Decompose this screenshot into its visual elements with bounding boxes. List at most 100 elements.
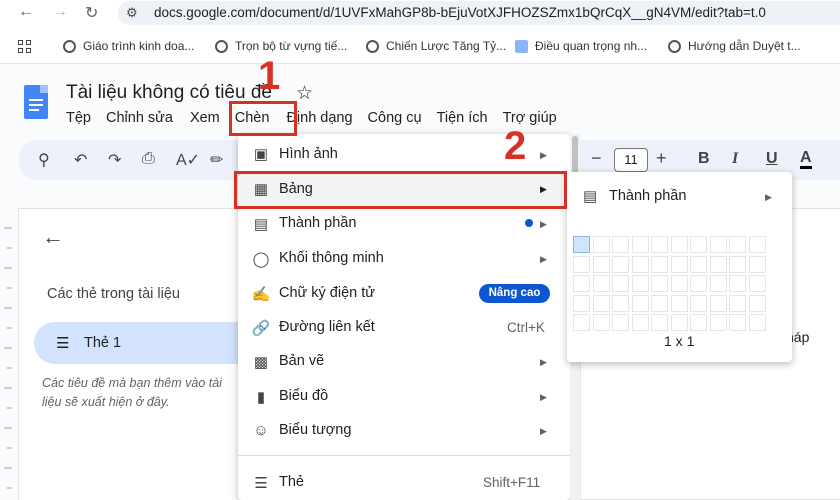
emoji-icon: ☺ bbox=[253, 422, 269, 439]
table-grid-cell[interactable] bbox=[573, 236, 590, 253]
bookmark-4[interactable]: Điều quan trọng nh... bbox=[515, 39, 647, 53]
table-grid-cell[interactable] bbox=[690, 275, 707, 292]
star-icon[interactable]: ☆ bbox=[296, 82, 313, 105]
table-grid-cell[interactable] bbox=[729, 255, 746, 273]
globe-icon bbox=[668, 39, 681, 53]
table-grid-cell[interactable] bbox=[748, 294, 766, 312]
font-size-field[interactable]: 11 bbox=[614, 148, 648, 172]
table-grid-cell[interactable] bbox=[729, 314, 746, 331]
menu-extensions[interactable]: Tiện ích bbox=[437, 110, 488, 130]
menu-divider bbox=[238, 455, 570, 456]
menu-item-building-blocks-label: Thành phần bbox=[279, 215, 357, 231]
menu-tools[interactable]: Công cụ bbox=[368, 110, 422, 130]
forward-icon[interactable]: → bbox=[52, 3, 68, 21]
docs-logo-icon[interactable] bbox=[24, 85, 48, 119]
apps-grid-icon[interactable] bbox=[18, 40, 32, 54]
table-grid-cell[interactable] bbox=[690, 294, 707, 312]
table-grid-cell[interactable] bbox=[670, 314, 688, 331]
esignature-icon: ✍ bbox=[251, 286, 271, 303]
table-grid-cell[interactable] bbox=[612, 314, 629, 331]
table-grid-cell[interactable] bbox=[631, 314, 649, 331]
table-grid-cell[interactable] bbox=[690, 314, 707, 331]
menu-item-esignature-label: Chữ ký điện tử bbox=[279, 285, 375, 301]
table-grid-cell[interactable] bbox=[631, 255, 649, 273]
submenu-building-blocks-label[interactable]: Thành phần bbox=[609, 188, 686, 204]
table-grid-cell[interactable] bbox=[748, 255, 766, 273]
table-grid-cell[interactable] bbox=[573, 275, 590, 292]
spellcheck-icon[interactable]: A✓ bbox=[176, 150, 200, 170]
tabs-panel-hint: Các tiêu đề mà bạn thêm vào tài liệu sẽ … bbox=[42, 376, 222, 409]
menu-file[interactable]: Tệp bbox=[66, 110, 91, 130]
table-grid-cell[interactable] bbox=[631, 236, 649, 253]
table-grid-cell[interactable] bbox=[651, 314, 668, 331]
bookmark-3[interactable]: Chiến Lược Tăng Tỷ... bbox=[366, 39, 506, 53]
site-settings-icon[interactable]: ⚙ bbox=[126, 5, 138, 21]
submenu-arrow-icon: ▶ bbox=[540, 150, 547, 160]
table-grid-cell[interactable] bbox=[651, 255, 668, 273]
url-field[interactable]: ⚙ docs.google.com/document/d/1UVFxMahGP8… bbox=[118, 1, 840, 25]
undo-icon[interactable]: ↶ bbox=[74, 150, 87, 170]
redo-icon[interactable]: ↷ bbox=[108, 150, 121, 170]
table-grid-cell[interactable] bbox=[709, 314, 727, 331]
bookmark-1[interactable]: Giáo trình kinh doa... bbox=[63, 39, 194, 53]
table-grid-cell[interactable] bbox=[709, 294, 727, 312]
table-grid-cell[interactable] bbox=[651, 294, 668, 312]
address-bar-row: ← → ↻ ⚙ docs.google.com/document/d/1UVFx… bbox=[0, 0, 840, 28]
menu-edit[interactable]: Chỉnh sửa bbox=[106, 110, 173, 130]
table-grid-cell[interactable] bbox=[670, 236, 688, 253]
table-grid-cell[interactable] bbox=[670, 275, 688, 292]
table-grid-cell[interactable] bbox=[690, 255, 707, 273]
text-color-button[interactable]: A bbox=[800, 150, 812, 169]
table-grid-cell[interactable] bbox=[709, 255, 727, 273]
link-icon: 🔗 bbox=[251, 320, 271, 337]
building-blocks-icon: ▤ bbox=[253, 216, 269, 233]
table-grid-cell[interactable] bbox=[573, 314, 590, 331]
table-grid-cell[interactable] bbox=[729, 275, 746, 292]
table-grid-cell[interactable] bbox=[690, 236, 707, 253]
table-grid-cell[interactable] bbox=[729, 294, 746, 312]
table-grid-cell[interactable] bbox=[670, 294, 688, 312]
step2-highlight-box bbox=[234, 171, 567, 209]
table-grid-cell[interactable] bbox=[651, 275, 668, 292]
table-grid-cell[interactable] bbox=[612, 294, 629, 312]
table-grid-cell[interactable] bbox=[592, 275, 610, 292]
italic-button[interactable]: I bbox=[732, 150, 738, 168]
tabs-panel-title: Các thẻ trong tài liệu bbox=[47, 286, 180, 302]
back-arrow-icon[interactable]: ← bbox=[42, 224, 64, 250]
back-icon[interactable]: ← bbox=[18, 3, 34, 21]
tab-item-1-label: Thẻ 1 bbox=[84, 335, 122, 351]
bold-button[interactable]: B bbox=[698, 150, 710, 168]
table-grid-cell[interactable] bbox=[748, 236, 766, 253]
table-grid-cell[interactable] bbox=[612, 236, 629, 253]
menu-item-smart-chips-label: Khối thông minh bbox=[279, 250, 384, 266]
table-grid-cell[interactable] bbox=[612, 275, 629, 292]
reload-icon[interactable]: ↻ bbox=[85, 3, 98, 23]
bookmark-5[interactable]: Hướng dẫn Duyệt t... bbox=[668, 39, 801, 53]
table-grid-cell[interactable] bbox=[612, 255, 629, 273]
table-grid-cell[interactable] bbox=[748, 275, 766, 292]
underline-button[interactable]: U bbox=[766, 150, 778, 168]
table-grid-cell[interactable] bbox=[631, 294, 649, 312]
table-grid-cell[interactable] bbox=[670, 255, 688, 273]
search-icon[interactable]: ⚲ bbox=[38, 150, 50, 170]
decrease-font-size-button[interactable]: − bbox=[591, 148, 602, 169]
print-icon[interactable]: ⎙ bbox=[142, 150, 155, 168]
paint-format-icon[interactable]: ✏ bbox=[210, 150, 223, 170]
increase-font-size-button[interactable]: + bbox=[656, 148, 667, 169]
table-grid-cell[interactable] bbox=[748, 314, 766, 331]
globe-icon bbox=[215, 39, 228, 53]
table-grid-cell[interactable] bbox=[709, 236, 727, 253]
table-grid-cell[interactable] bbox=[573, 255, 590, 273]
bookmark-2[interactable]: Trọn bộ từ vựng tiế... bbox=[215, 39, 347, 53]
table-grid-cell[interactable] bbox=[592, 314, 610, 331]
table-grid-cell[interactable] bbox=[631, 275, 649, 292]
menu-view[interactable]: Xem bbox=[190, 110, 220, 130]
table-grid-cell[interactable] bbox=[573, 294, 590, 312]
table-grid-cell[interactable] bbox=[592, 255, 610, 273]
table-grid-cell[interactable] bbox=[592, 294, 610, 312]
table-grid-cell[interactable] bbox=[651, 236, 668, 253]
table-grid-cell[interactable] bbox=[709, 275, 727, 292]
bookmark-favicon-icon bbox=[515, 39, 528, 53]
table-grid-cell[interactable] bbox=[592, 236, 610, 253]
table-grid-cell[interactable] bbox=[729, 236, 746, 253]
